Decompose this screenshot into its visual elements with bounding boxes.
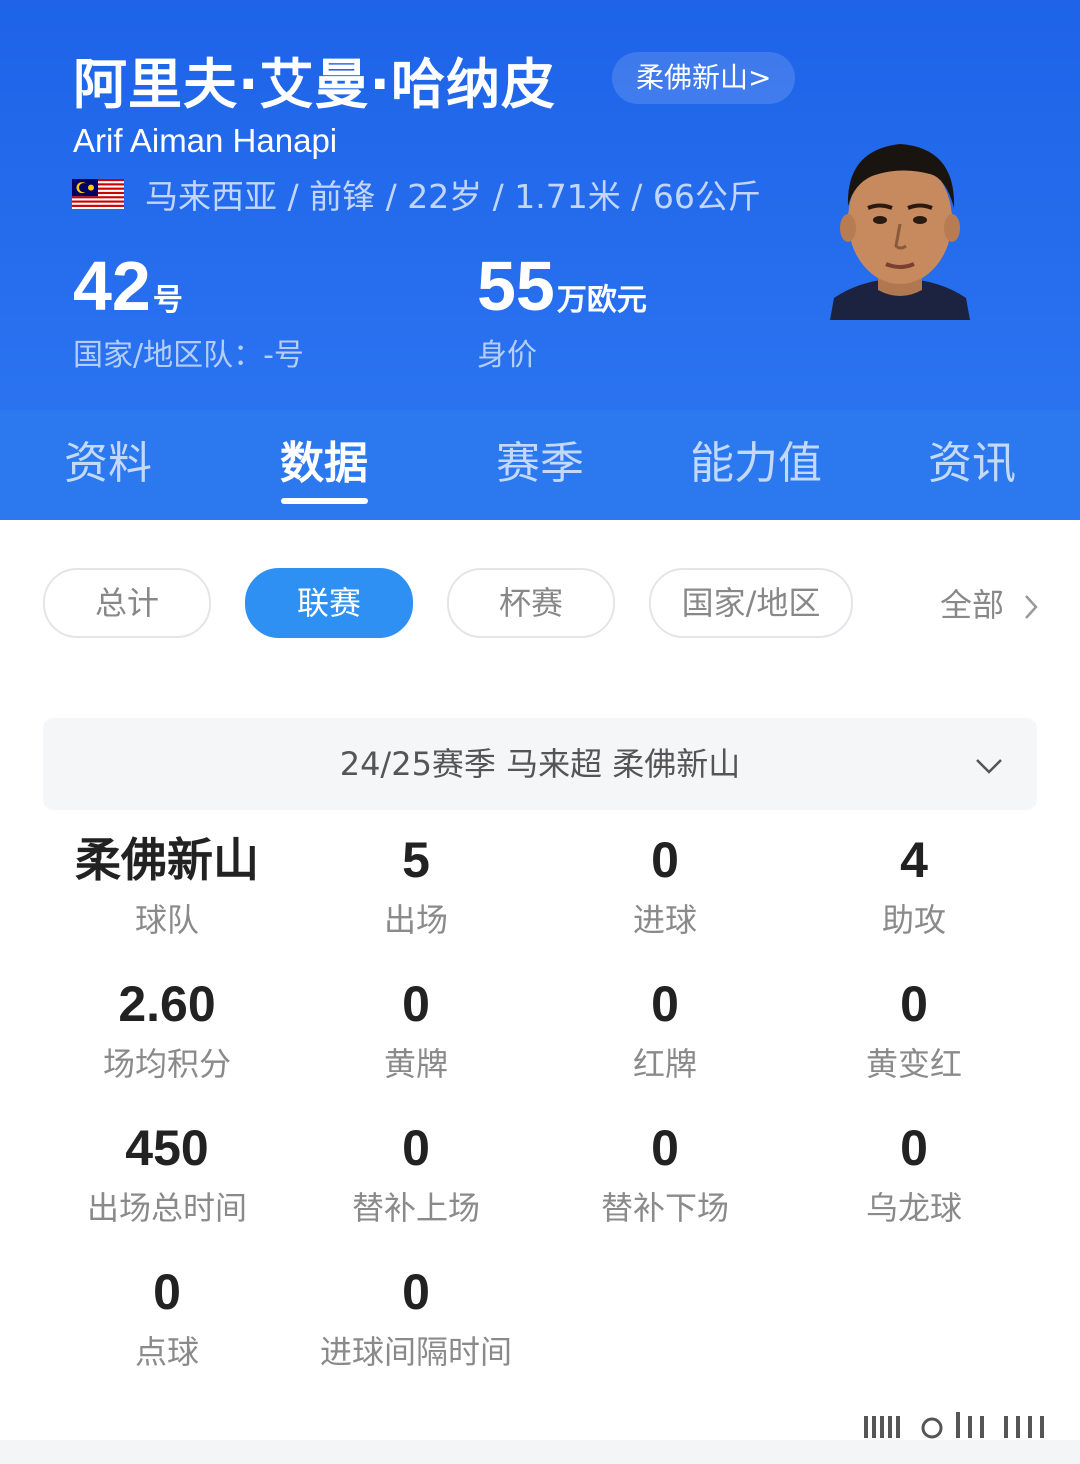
stat-label: 黄变红 [865, 1045, 962, 1083]
all-filter-button[interactable]: 全部 [940, 580, 1042, 626]
player-avatar [820, 120, 980, 320]
market-value-unit: 万欧元 [556, 284, 647, 317]
stat-label: 助攻 [881, 901, 946, 939]
player-name: 阿里夫·艾曼·哈纳皮 [73, 53, 557, 116]
watermark-logo [864, 1412, 1044, 1439]
stat-label: 黄牌 [383, 1045, 448, 1083]
stat-label: 出场总时间 [86, 1189, 247, 1227]
stat-label: 乌龙球 [865, 1189, 962, 1227]
shirt-number-unit: 号 [152, 284, 183, 317]
stat-points-per-game: 2.60 场均积分 [42, 974, 292, 1084]
season-selector[interactable]: 24/25赛季 马来超 柔佛新山 [43, 718, 1037, 810]
active-tab-indicator [281, 498, 368, 504]
stat-sub-off: 0 替补下场 [540, 1118, 790, 1228]
bottom-strip [0, 1440, 1080, 1464]
shirt-number: 42号 [73, 246, 183, 326]
tab-profile[interactable]: 资料 [0, 410, 216, 520]
stat-label: 替补上场 [351, 1189, 480, 1227]
filter-league[interactable]: 联赛 [245, 568, 413, 638]
stat-goals: 0 进球 [540, 830, 790, 940]
stat-value: 450 [125, 1120, 209, 1176]
club-link-button[interactable]: 柔佛新山> [612, 52, 796, 104]
stat-yellow-cards: 0 黄牌 [291, 974, 541, 1084]
market-value-label: 身价 [477, 338, 537, 373]
stat-team: 柔佛新山 球队 [42, 830, 292, 940]
tab-bar: 资料 数据 赛季 能力值 资讯 [0, 410, 1080, 520]
stat-value: 0 [900, 976, 928, 1032]
stat-label: 球队 [134, 901, 199, 939]
stat-label: 进球 [632, 901, 697, 939]
shirt-number-value: 42 [73, 247, 151, 325]
national-team-number: 国家/地区队：-号 [73, 338, 304, 373]
stat-value: 0 [651, 976, 679, 1032]
tab-ability[interactable]: 能力值 [648, 410, 864, 520]
stat-value: 4 [900, 832, 928, 888]
stat-goal-interval: 0 进球间隔时间 [291, 1262, 541, 1372]
tab-season[interactable]: 赛季 [432, 410, 648, 520]
market-value-number: 55 [477, 247, 555, 325]
stat-value: 0 [153, 1264, 181, 1320]
stat-value: 5 [402, 832, 430, 888]
stat-value: 0 [651, 832, 679, 888]
filter-cup[interactable]: 杯赛 [447, 568, 615, 638]
stat-value: 0 [402, 1120, 430, 1176]
season-selector-label: 24/25赛季 马来超 柔佛新山 [339, 745, 741, 783]
stat-label: 场均积分 [102, 1045, 231, 1083]
player-meta: 马来西亚 / 前锋 / 22岁 / 1.71米 / 66公斤 [145, 177, 761, 216]
stat-appearances: 5 出场 [291, 830, 541, 940]
stat-label: 替补下场 [600, 1189, 729, 1227]
stat-value: 2.60 [118, 976, 216, 1032]
stat-label: 出场 [383, 901, 448, 939]
stat-label: 进球间隔时间 [319, 1333, 512, 1371]
filter-national[interactable]: 国家/地区 [649, 568, 853, 638]
stat-value: 0 [402, 976, 430, 1032]
stat-value: 柔佛新山 [75, 833, 259, 887]
tab-news[interactable]: 资讯 [864, 410, 1080, 520]
stat-penalties: 0 点球 [42, 1262, 292, 1372]
stat-sub-on: 0 替补上场 [291, 1118, 541, 1228]
stat-red-cards: 0 红牌 [540, 974, 790, 1084]
stat-value: 0 [900, 1120, 928, 1176]
stat-minutes: 450 出场总时间 [42, 1118, 292, 1228]
stat-label: 点球 [134, 1333, 199, 1371]
malaysia-flag-icon [72, 179, 124, 209]
player-english-name: Arif Aiman Hanapi [73, 122, 338, 159]
stat-label: 红牌 [632, 1045, 697, 1083]
stat-assists: 4 助攻 [789, 830, 1039, 940]
all-filter-label: 全部 [940, 586, 1005, 624]
chevron-down-icon [976, 759, 1002, 774]
stat-value: 0 [402, 1264, 430, 1320]
chevron-right-icon [1025, 595, 1038, 619]
market-value: 55万欧元 [477, 246, 647, 326]
filter-total[interactable]: 总计 [43, 568, 211, 638]
player-header: 阿里夫·艾曼·哈纳皮 柔佛新山> Arif Aiman Hanapi 马来西亚 … [0, 0, 1080, 410]
stat-second-yellow: 0 黄变红 [789, 974, 1039, 1084]
stat-value: 0 [651, 1120, 679, 1176]
stat-own-goals: 0 乌龙球 [789, 1118, 1039, 1228]
